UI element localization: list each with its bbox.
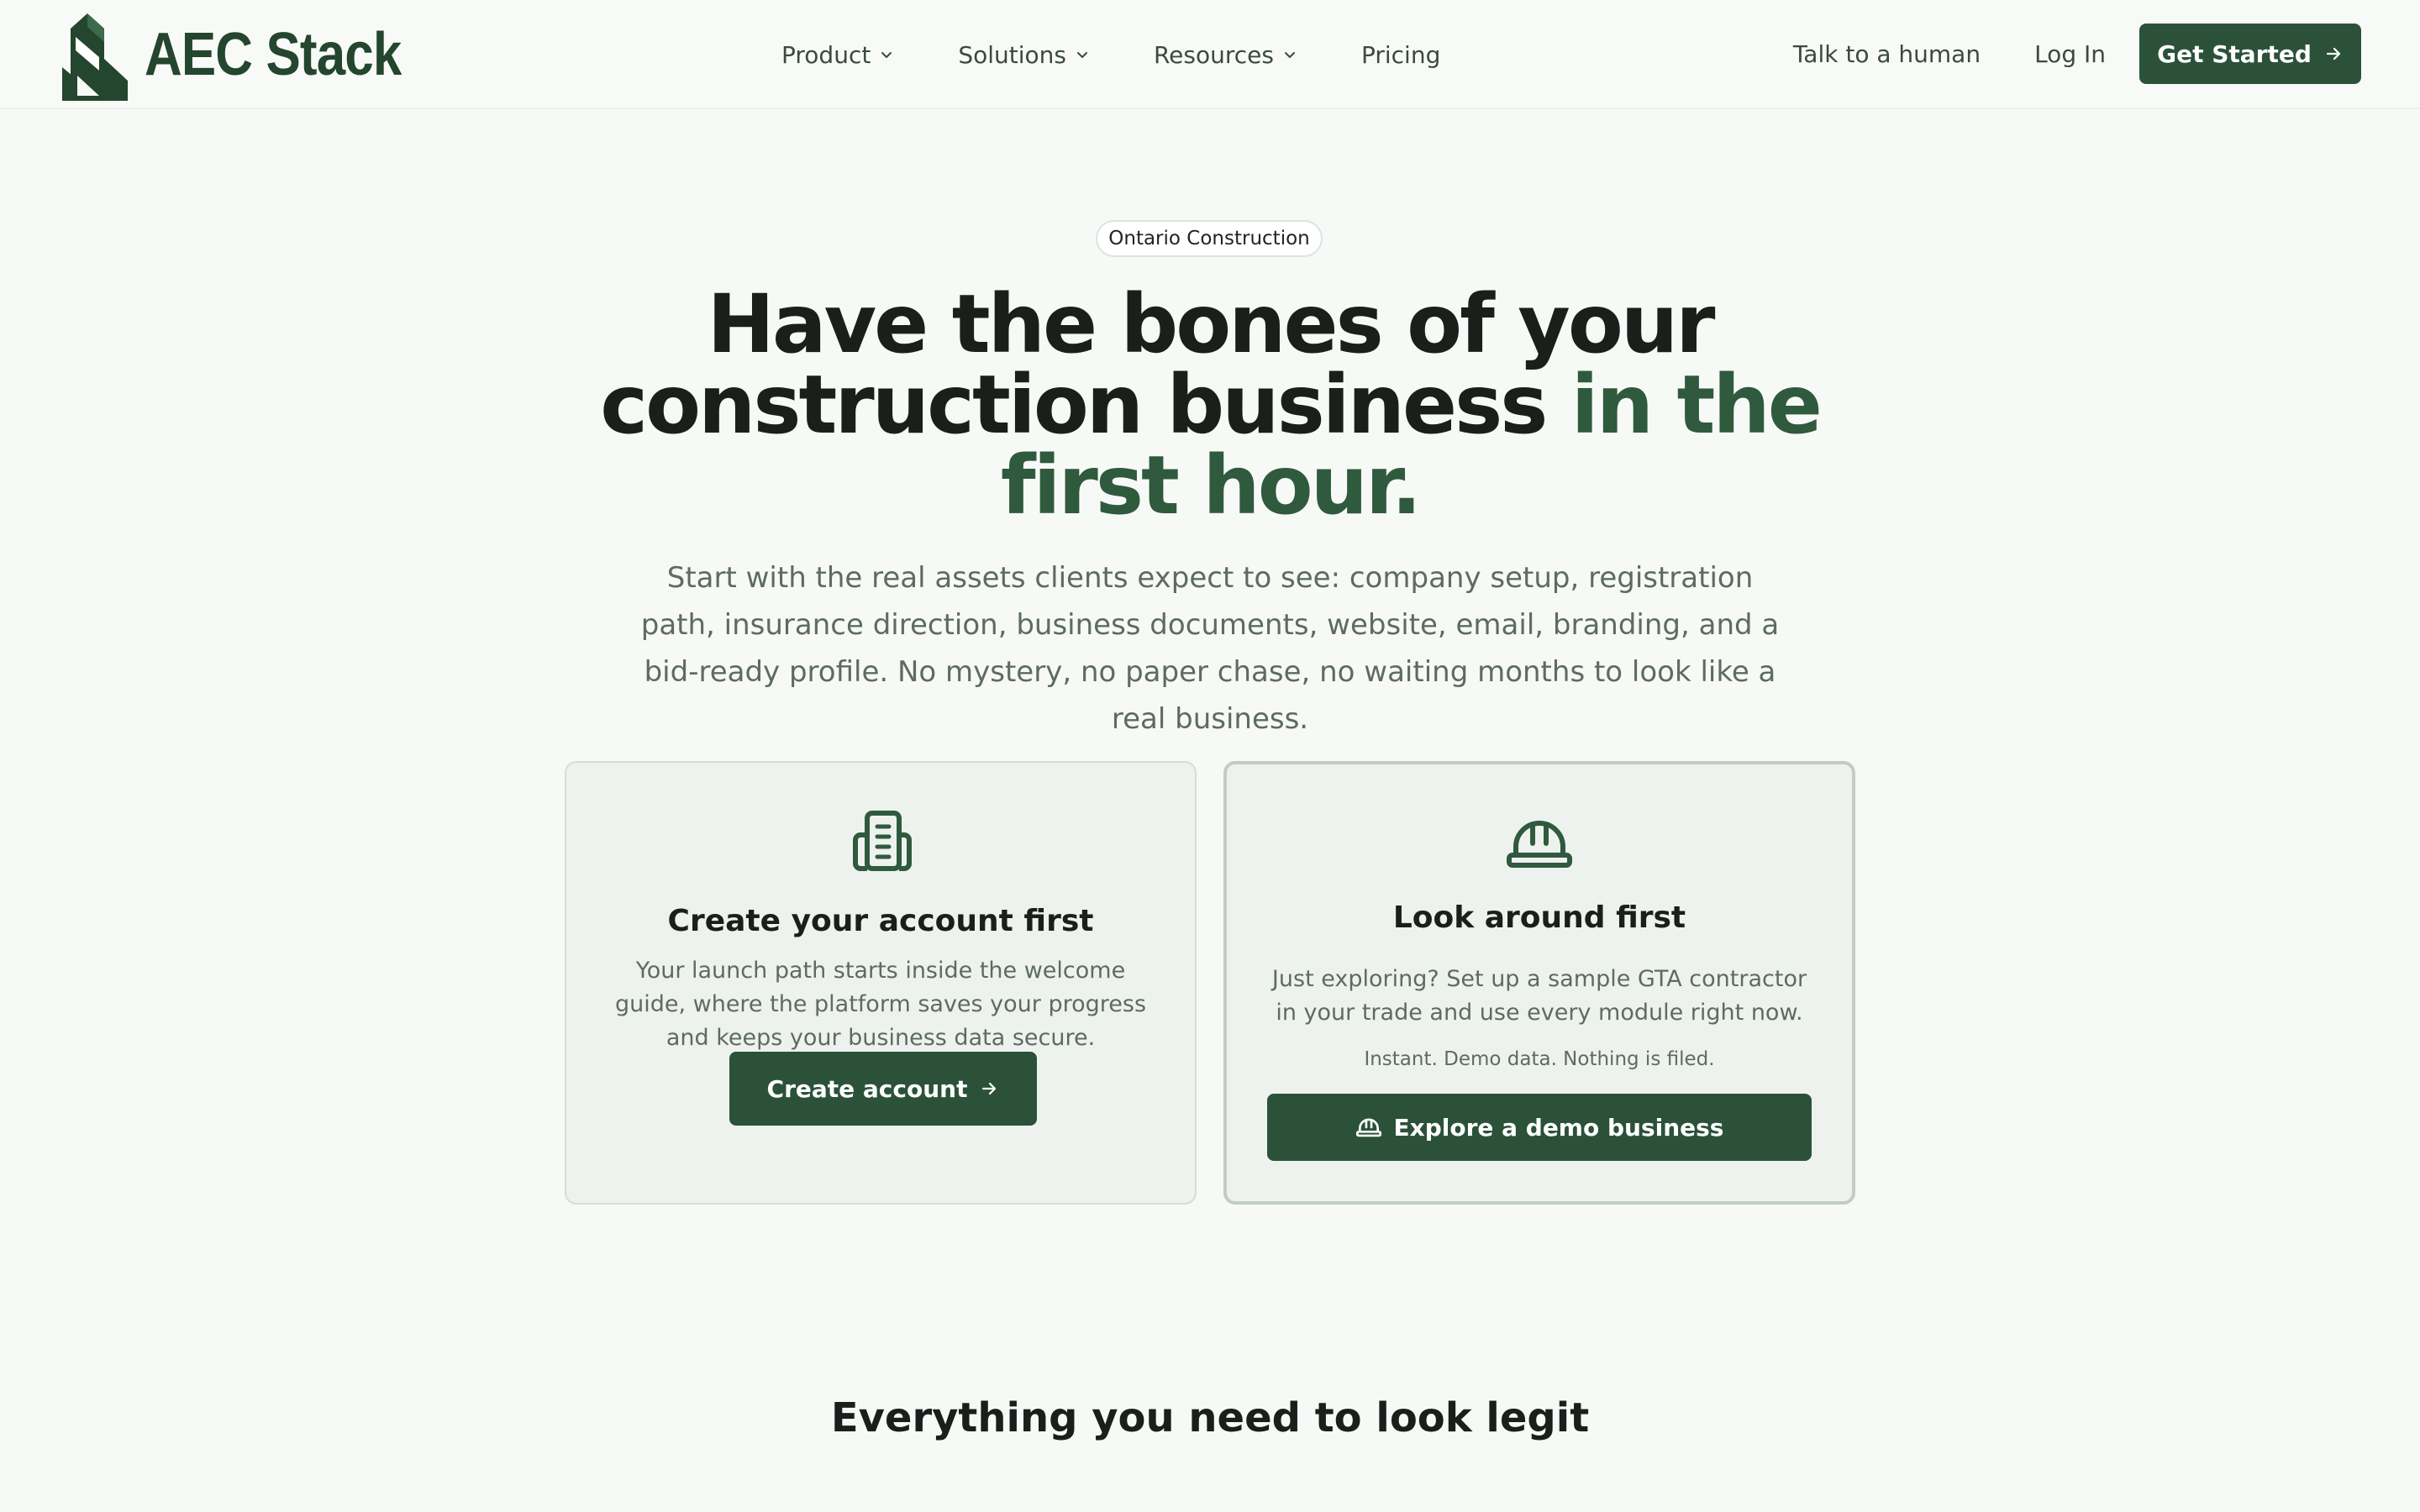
chevron-down-icon [881, 52, 892, 58]
brand-name: AEC Stack [145, 21, 402, 88]
nav-item-product[interactable]: Product [781, 41, 894, 69]
hard-hat-icon [1507, 821, 1572, 868]
nav-item-solutions[interactable]: Solutions [958, 41, 1090, 69]
features-section-title: Everything you need to look legit [830, 1394, 1590, 1441]
demo-note: Instant. Demo data. Nothing is filed. [1364, 1048, 1715, 1070]
hero-subheading: Start with the real assets clients expec… [640, 561, 1780, 736]
get-started-label: Get Started [2157, 39, 2312, 68]
main-menu: Product Solutions Resources Pricing [781, 34, 1440, 76]
nav-item-label: Solutions [958, 40, 1066, 69]
arrow-right-icon [2326, 47, 2340, 60]
hard-hat-icon [1355, 1118, 1381, 1137]
hero-headline: Have the bones of your construction busi… [538, 284, 1882, 526]
card-description: Your launch path starts inside the welco… [614, 958, 1147, 1051]
nav-item-label: Product [781, 40, 871, 69]
building-icon [853, 811, 912, 871]
create-account-label: Create account [766, 1074, 968, 1103]
nav-actions: Talk to a human Log In Get Started [1793, 24, 2361, 84]
nav-item-label: Pricing [1360, 40, 1441, 69]
chevron-down-icon [1284, 52, 1295, 58]
arrow-right-icon [982, 1082, 997, 1095]
nav-item-resources[interactable]: Resources [1154, 41, 1297, 69]
card-description: Just exploring? Set up a sample GTA cont… [1271, 966, 1807, 1026]
demo-card: Look around first Just exploring? Set up… [1223, 761, 1855, 1205]
talk-to-human-link[interactable]: Talk to a human [1793, 40, 1981, 68]
create-account-button[interactable]: Create account [729, 1052, 1037, 1126]
nav-item-label: Resources [1153, 40, 1274, 69]
chevron-down-icon [1076, 52, 1087, 58]
nav-item-pricing[interactable]: Pricing [1361, 41, 1440, 69]
login-link[interactable]: Log In [2034, 40, 2106, 68]
explore-demo-label: Explore a demo business [1393, 1113, 1724, 1142]
explore-demo-button[interactable]: Explore a demo business [1267, 1094, 1812, 1161]
top-navigation: AEC Stack Product Solutions Resources Pr… [0, 0, 2420, 109]
card-title: Create your account first [667, 904, 1094, 938]
region-badge: Ontario Construction [1096, 220, 1323, 257]
logo-building-icon [62, 13, 128, 101]
card-title: Look around first [1392, 900, 1686, 935]
create-account-card: Create your account first Your launch pa… [565, 761, 1197, 1205]
get-started-button[interactable]: Get Started [2139, 24, 2361, 84]
brand-logo[interactable]: AEC Stack [59, 8, 443, 101]
headline-main: Have the bones of your construction busi… [600, 277, 1715, 452]
